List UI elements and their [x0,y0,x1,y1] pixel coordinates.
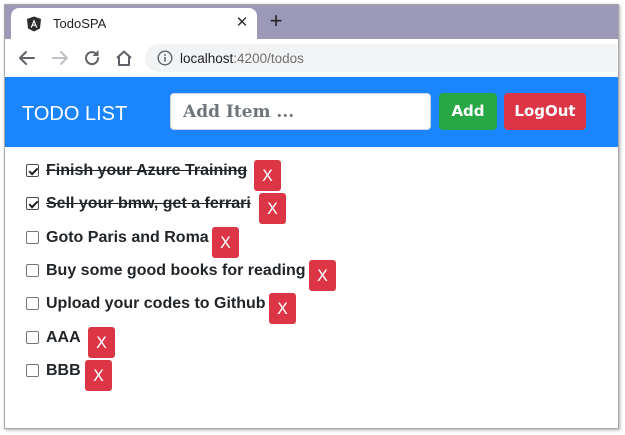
forward-arrow-icon[interactable] [49,47,71,69]
todo-checkbox[interactable] [26,297,39,311]
delete-todo-button[interactable]: X [309,259,336,291]
delete-todo-button[interactable]: X [88,326,115,358]
delete-todo-button[interactable]: X [259,193,286,225]
home-icon[interactable] [113,47,135,69]
todo-item: Upload your codes to Github X [5,288,618,325]
delete-todo-button[interactable]: X [269,293,296,325]
todo-item: AAA X [5,322,618,358]
todo-item: Goto Paris and Roma X [5,222,618,258]
browser-toolbar: localhost:4200/todos [5,39,618,77]
angular-icon [27,16,41,32]
browser-window: TodoSPA ✕ + localhost:4200/todos TODO LI… [4,4,619,429]
logout-button[interactable]: LogOut [504,93,586,130]
reload-icon[interactable] [81,47,103,69]
todo-checkbox[interactable] [26,330,39,344]
url-host: localhost [180,51,234,66]
url-path: :4200/todos [233,51,304,66]
delete-todo-button[interactable]: X [85,359,112,391]
todo-item: Finish your Azure Training X [5,155,618,191]
todo-checkbox[interactable] [26,164,39,177]
todo-text: Finish your Azure Training [46,162,248,179]
add-button[interactable]: Add [439,93,497,130]
todo-item: Sell your bmw, get a ferrari X [5,188,618,225]
todo-text: Buy some good books for reading [46,261,306,279]
todo-text: Sell your bmw, get a ferrari [46,195,251,213]
todo-text: BBB [46,361,81,379]
tab-strip: TodoSPA ✕ + [5,5,618,39]
todo-text: Goto Paris and Roma [46,228,209,246]
todo-checkbox[interactable] [26,197,39,211]
todo-checkbox[interactable] [26,363,39,377]
address-bar[interactable]: localhost:4200/todos [145,44,617,72]
todo-checkbox[interactable] [26,263,39,277]
todo-text: Upload your codes to Github [46,295,266,313]
todo-item: Buy some good books for reading X [5,255,618,291]
url-text: localhost:4200/todos [180,51,304,66]
new-tab-button[interactable]: + [265,10,287,33]
app-title: TODO LIST [22,103,128,125]
delete-todo-button[interactable]: X [212,226,239,258]
info-icon[interactable] [157,50,173,66]
delete-todo-button[interactable]: X [254,160,281,191]
browser-tab[interactable]: TodoSPA ✕ [11,8,257,39]
close-tab-icon[interactable]: ✕ [233,14,251,32]
app-header: TODO LIST Add LogOut [5,77,618,147]
todo-text: AAA [46,328,81,346]
tab-title: TodoSPA [53,16,107,31]
back-arrow-icon[interactable] [16,47,38,69]
add-item-input[interactable] [170,93,431,130]
todo-item: BBB X [5,355,618,391]
todo-checkbox[interactable] [26,230,39,244]
